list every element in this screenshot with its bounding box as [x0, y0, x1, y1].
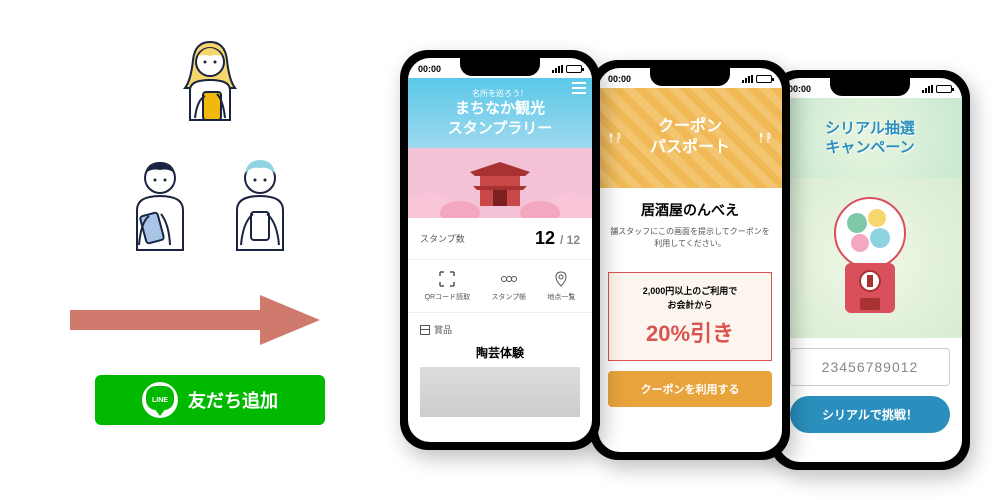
status-time: 00:00: [788, 84, 811, 94]
left-panel: LINE 友だち追加: [60, 30, 360, 425]
stamp-total: / 12: [560, 233, 580, 247]
status-time: 00:00: [418, 64, 441, 74]
temple-icon: [465, 160, 535, 210]
line-add-friend-button[interactable]: LINE 友だち追加: [95, 375, 325, 425]
phone-stamp-rally: 00:00 名所を巡ろう！ まちなか観光 スタンプラリー: [400, 50, 600, 450]
hero-title-line1: クーポン: [650, 117, 730, 138]
serial-input[interactable]: 23456789012: [790, 348, 950, 386]
prize-header: 賞品: [434, 323, 452, 336]
fork-knife-icon: [608, 131, 622, 145]
phone-notch: [650, 68, 730, 86]
hero-title-line2: キャンペーン: [825, 138, 915, 158]
hero-subtitle: 名所を巡ろう！: [472, 88, 528, 99]
use-coupon-button[interactable]: クーポンを利用する: [608, 371, 772, 407]
gachapon-icon: [825, 193, 915, 323]
hero-banner: 名所を巡ろう！ まちなか観光 スタンプラリー: [408, 78, 592, 218]
battery-icon: [936, 85, 952, 93]
phone-notch: [830, 78, 910, 96]
phone-serial-lottery: 00:00 シリアル抽選 キャンペーン: [770, 70, 970, 470]
stamp-count-row: スタンプ数 12 / 12: [408, 218, 592, 260]
people-illustration: [60, 30, 360, 260]
line-logo-icon: LINE: [142, 382, 178, 418]
signal-icon: [742, 75, 754, 83]
battery-icon: [756, 75, 772, 83]
qr-icon: [438, 270, 456, 288]
serial-challenge-button[interactable]: シリアルで挑戦！: [790, 396, 950, 433]
signal-icon: [552, 65, 564, 73]
person-man-right-icon: [215, 150, 305, 260]
coupon-box: 2,000円以上のご利用で お会計から 20%引き: [608, 272, 772, 361]
menu-icon[interactable]: [572, 82, 586, 94]
shop-info: 居酒屋のんべえ 舗スタッフにこの画面を提示してクーポンを利用してください。: [598, 188, 782, 262]
pin-icon: [552, 270, 570, 288]
hero-title-line2: スタンプラリー: [448, 119, 553, 139]
shop-name: 居酒屋のんべえ: [610, 200, 770, 220]
prize-section: 賞品 陶芸体験: [408, 313, 592, 427]
person-man-left-icon: [115, 150, 205, 260]
stamp-label: スタンプ数: [420, 232, 465, 245]
hero-banner: クーポン パスポート: [598, 88, 782, 188]
phone-notch: [460, 58, 540, 76]
phone-coupon: 00:00 クーポン パスポート 居酒屋のんべえ 舗スタッフにこの画面を提示して…: [590, 60, 790, 460]
action-row: QRコード読取 スタンプ帳 地点一覧: [408, 260, 592, 313]
coupon-discount: 20%引き: [617, 316, 763, 348]
prize-item: 陶芸体験: [420, 344, 580, 361]
qr-scan-button[interactable]: QRコード読取: [425, 270, 471, 302]
stamp-current: 12: [535, 228, 555, 248]
prize-image: [420, 367, 580, 417]
line-button-label: 友だち追加: [188, 387, 278, 413]
gift-icon: [420, 325, 430, 335]
hero-title-line1: まちなか観光: [448, 99, 553, 119]
arrow-icon: [60, 290, 330, 350]
shop-description: 舗スタッフにこの画面を提示してクーポンを利用してください。: [610, 226, 770, 250]
spot-list-button[interactable]: 地点一覧: [547, 270, 575, 302]
person-woman-icon: [60, 30, 360, 140]
stamp-book-button[interactable]: スタンプ帳: [491, 270, 526, 302]
fork-knife-icon: [758, 131, 772, 145]
coupon-condition-l2: お会計から: [617, 299, 763, 313]
signal-icon: [922, 85, 934, 93]
hero-banner: シリアル抽選 キャンペーン: [778, 98, 962, 178]
stamps-icon: [500, 270, 518, 288]
battery-icon: [566, 65, 582, 73]
gacha-illustration: [778, 178, 962, 338]
status-time: 00:00: [608, 74, 631, 84]
hero-title-line2: パスポート: [650, 138, 730, 159]
hero-title-line1: シリアル抽選: [825, 119, 915, 139]
coupon-condition-l1: 2,000円以上のご利用で: [617, 285, 763, 299]
